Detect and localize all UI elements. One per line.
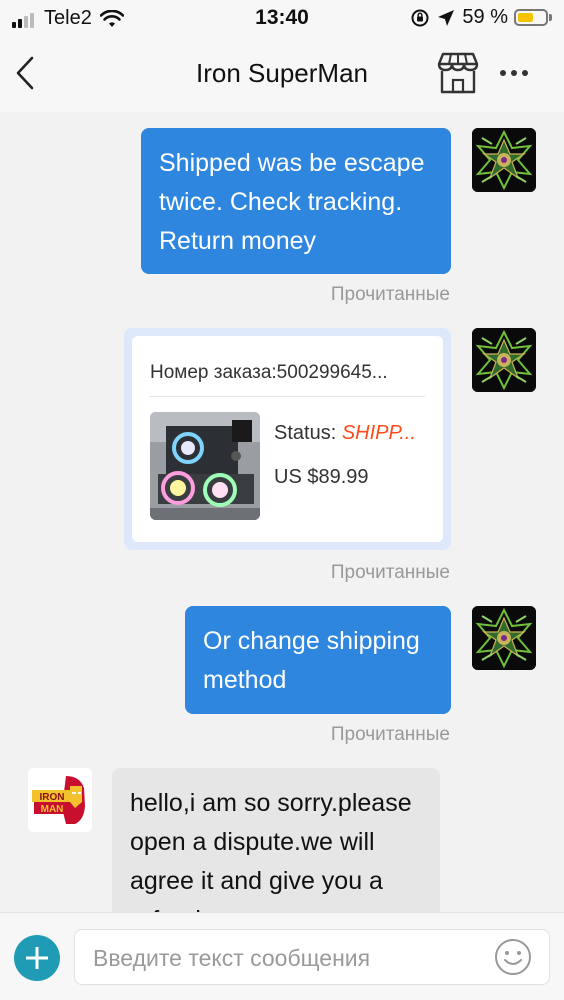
orientation-lock-icon [411,9,429,26]
location-icon [438,9,455,26]
message-text: hello,i am so sorry.please open a disput… [130,789,412,912]
incoming-message[interactable]: hello,i am so sorry.please open a disput… [112,768,440,912]
buyer-avatar[interactable] [472,128,536,192]
svg-text:IRON: IRON [40,792,65,803]
order-card[interactable]: Номер заказа:500299645... Status: SHIPP.… [132,336,443,542]
battery-tip [549,14,552,21]
order-price: US $89.99 [274,466,369,488]
battery-percent: 59 % [462,6,508,28]
svg-text:MAN: MAN [41,804,64,815]
order-status: Status: SHIPP... [274,422,434,445]
order-message: Номер заказа:500299645... Status: SHIPP.… [124,328,451,550]
read-receipt: Прочитанные [330,284,450,305]
message-text: Or change shipping method [203,627,420,694]
emoji-icon [495,939,531,975]
battery-level [518,13,533,22]
more-dots-icon [500,70,528,76]
seller-avatar[interactable]: IRON MAN [28,768,92,832]
order-divider [150,396,425,397]
status-bar: Tele2 13:40 59 % [0,0,564,36]
message-input[interactable] [91,938,485,978]
status-bar-right: 59 % [410,6,552,29]
chat-message-list[interactable]: Shipped was be escape twice. Check track… [0,112,564,912]
add-attachment-button[interactable] [14,935,60,981]
ornate-emblem-icon [472,606,536,670]
emoji-button[interactable] [493,937,533,977]
outgoing-message[interactable]: Shipped was be escape twice. Check track… [141,128,451,274]
rgb-fans-product-icon [150,412,260,520]
product-image[interactable] [150,412,260,520]
back-button[interactable] [6,50,46,98]
order-status-value: SHIPP... [341,422,416,444]
buyer-avatar[interactable] [472,606,536,670]
iron-man-logo-icon: IRON MAN [28,768,92,832]
ornate-emblem-icon [472,328,536,392]
message-input-container[interactable] [74,929,550,985]
order-status-label: Status: [274,422,342,444]
battery-icon [514,9,548,26]
read-receipt: Прочитанные [330,562,450,583]
outgoing-message[interactable]: Or change shipping method [185,606,451,714]
store-icon [437,52,479,94]
ornate-emblem-icon [472,128,536,192]
store-button[interactable] [433,50,483,96]
order-number: Номер заказа:500299645... [150,362,388,383]
message-text: Shipped was be escape twice. Check track… [159,149,425,255]
chat-header: Iron SuperMan [0,36,564,112]
more-options-button[interactable] [494,58,534,88]
buyer-avatar[interactable] [472,328,536,392]
read-receipt: Прочитанные [330,724,450,745]
message-input-bar [0,912,564,1000]
back-chevron-icon [16,56,34,90]
